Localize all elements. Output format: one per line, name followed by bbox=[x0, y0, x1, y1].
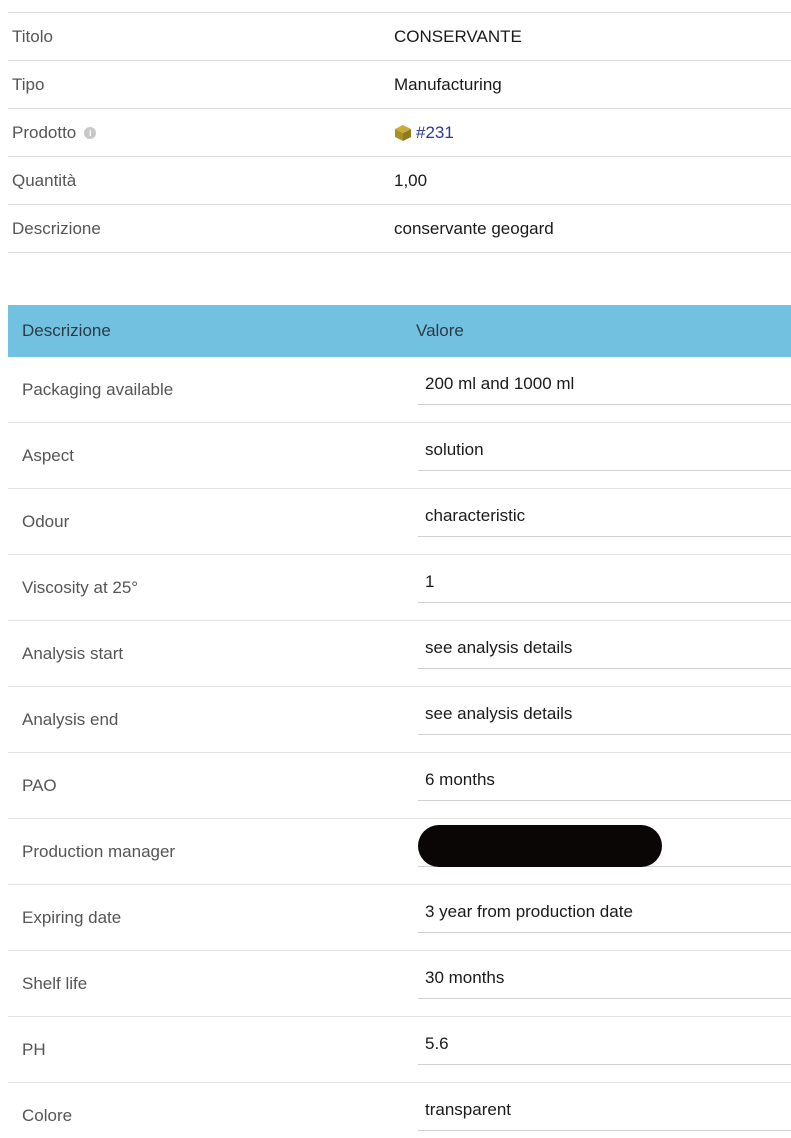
quantity-value: 1,00 bbox=[394, 170, 428, 190]
details-row-quantity: Quantità 1,00 bbox=[8, 157, 791, 205]
production-manager-field[interactable] bbox=[418, 824, 791, 867]
attribute-label: PAO bbox=[22, 776, 57, 795]
packaging-field[interactable]: 200 ml and 1000 ml bbox=[418, 363, 791, 405]
attribute-row: Shelf life 30 months bbox=[8, 951, 791, 1017]
attribute-row: Viscosity at 25° 1 bbox=[8, 555, 791, 621]
product-value-cell: #231 bbox=[394, 123, 454, 143]
details-row-title: Titolo CONSERVANTE bbox=[8, 13, 791, 61]
attribute-row: Packaging available 200 ml and 1000 ml bbox=[8, 357, 791, 423]
details-row-product: Prodotto i #231 bbox=[8, 109, 791, 157]
quantity-label: Quantità bbox=[12, 170, 77, 190]
type-value: Manufacturing bbox=[394, 74, 502, 94]
attribute-label: Viscosity at 25° bbox=[22, 578, 139, 597]
attribute-label: Shelf life bbox=[22, 974, 88, 993]
ph-field[interactable]: 5.6 bbox=[418, 1023, 791, 1065]
description-label: Descrizione bbox=[12, 218, 101, 238]
attribute-row: Analysis end see analysis details bbox=[8, 687, 791, 753]
header-description: Descrizione bbox=[22, 321, 111, 340]
product-label: Prodotto bbox=[12, 122, 77, 142]
aspect-field[interactable]: solution bbox=[418, 429, 791, 471]
redaction-mark bbox=[418, 824, 662, 867]
attribute-row: Aspect solution bbox=[8, 423, 791, 489]
details-row-description: Descrizione conservante geogard bbox=[8, 205, 791, 253]
attribute-label: Production manager bbox=[22, 842, 176, 861]
attribute-row: Colore transparent bbox=[8, 1083, 791, 1138]
attribute-label: Analysis start bbox=[22, 644, 124, 663]
details-row-type: Tipo Manufacturing bbox=[8, 61, 791, 109]
info-icon[interactable]: i bbox=[84, 126, 97, 139]
attributes-table: Descrizione Valore Packaging available 2… bbox=[8, 305, 791, 1138]
title-value: CONSERVANTE bbox=[394, 26, 522, 46]
product-label-cell: Prodotto i bbox=[8, 123, 394, 143]
type-label: Tipo bbox=[12, 74, 45, 94]
attribute-row: PAO 6 months bbox=[8, 753, 791, 819]
details-table: Titolo CONSERVANTE Tipo Manufacturing Pr… bbox=[8, 12, 791, 253]
analysis-start-field[interactable]: see analysis details bbox=[418, 627, 791, 669]
attribute-label: Expiring date bbox=[22, 908, 122, 927]
attribute-label: PH bbox=[22, 1040, 46, 1059]
analysis-end-field[interactable]: see analysis details bbox=[418, 693, 791, 735]
attribute-row: Expiring date 3 year from production dat… bbox=[8, 885, 791, 951]
pao-field[interactable]: 6 months bbox=[418, 759, 791, 801]
header-value: Valore bbox=[416, 321, 464, 340]
attribute-label: Colore bbox=[22, 1106, 73, 1125]
attribute-label: Analysis end bbox=[22, 710, 119, 729]
page: Titolo CONSERVANTE Tipo Manufacturing Pr… bbox=[0, 0, 791, 1138]
attribute-row: Production manager bbox=[8, 819, 791, 885]
attribute-label: Aspect bbox=[22, 446, 74, 465]
viscosity-field[interactable]: 1 bbox=[418, 561, 791, 603]
attribute-row: PH 5.6 bbox=[8, 1017, 791, 1083]
description-value: conservante geogard bbox=[394, 218, 554, 238]
attribute-label: Odour bbox=[22, 512, 70, 531]
cube-icon bbox=[394, 124, 412, 142]
product-link[interactable]: #231 bbox=[416, 123, 454, 143]
attribute-label: Packaging available bbox=[22, 380, 174, 399]
shelf-life-field[interactable]: 30 months bbox=[418, 957, 791, 999]
colore-field[interactable]: transparent bbox=[418, 1089, 791, 1131]
attributes-header: Descrizione Valore bbox=[8, 305, 791, 357]
title-label: Titolo bbox=[12, 26, 53, 46]
expiring-date-field[interactable]: 3 year from production date bbox=[418, 891, 791, 933]
attribute-row: Analysis start see analysis details bbox=[8, 621, 791, 687]
attribute-row: Odour characteristic bbox=[8, 489, 791, 555]
odour-field[interactable]: characteristic bbox=[418, 495, 791, 537]
